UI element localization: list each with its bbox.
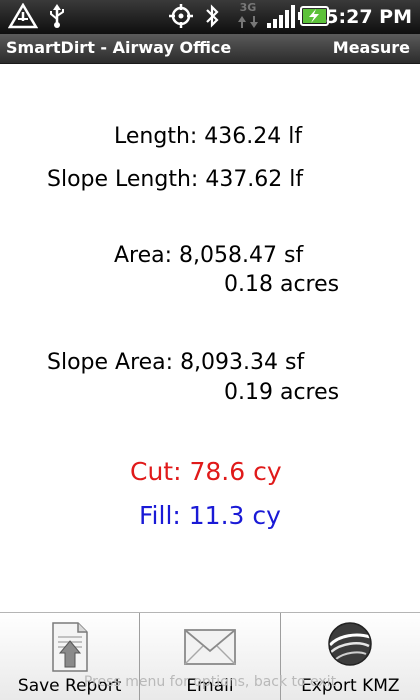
fill-value: Fill: 11.3 cy [139,501,281,530]
bluetooth-icon [206,4,219,28]
usb-icon [50,4,64,28]
data-3g-icon: 3G [237,2,259,30]
status-bar: 3G 5:27 PM [0,0,420,34]
length-value: Length: 436.24 lf [114,124,303,149]
app-title: SmartDirt - Airway Office [6,38,232,57]
bottom-action-bar: Save Report Email Export KMZ [0,612,420,700]
signal-alert-icon [8,3,38,29]
area-value: Area: 8,058.47 sf [114,243,304,268]
slope-area-acres-value: 0.19 acres [224,380,340,405]
slope-area-value: Slope Area: 8,093.34 sf [47,350,305,375]
save-report-icon [51,622,88,672]
email-label: Email [186,676,234,696]
save-report-button[interactable]: Save Report [0,613,141,700]
signal-bars-icon [267,5,295,28]
email-button[interactable]: Email [140,613,281,700]
area-acres-value: 0.18 acres [224,272,340,297]
slope-length-value: Slope Length: 437.62 lf [47,167,304,192]
envelope-icon [184,629,236,665]
save-report-label: Save Report [17,676,122,696]
status-time: 5:27 PM [325,6,412,28]
google-earth-icon [328,622,373,666]
gps-icon [169,4,193,28]
export-kmz-button[interactable]: Export KMZ [281,613,420,700]
export-kmz-label: Export KMZ [301,676,400,696]
title-bar: SmartDirt - Airway Office Measure [0,34,420,64]
network-type-label: 3G [239,1,257,14]
cut-value: Cut: 78.6 cy [130,457,282,486]
page-title: Measure [332,38,410,57]
